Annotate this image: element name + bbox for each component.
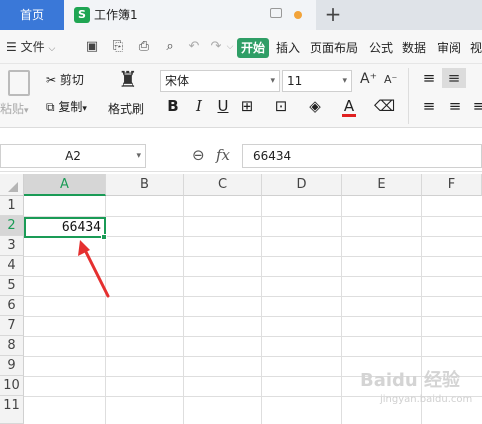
chevron-down-icon: ▾ <box>136 151 141 161</box>
row-header-7[interactable]: 7 <box>0 316 24 336</box>
ribbon-tab-review[interactable]: 审阅 <box>437 38 461 58</box>
active-cell-a2[interactable]: 66434 <box>24 217 106 238</box>
borders-icon[interactable]: ⊞ <box>238 96 256 116</box>
gridline <box>183 196 184 424</box>
monitor-icon[interactable] <box>270 8 282 18</box>
chevron-down-icon: ⌵ <box>48 44 56 54</box>
menu-bar: ☰ 文件 ⌵ ▣ ⎘ ⎙ ⌕ ↶ ↷ ⌵ 开始 插入 页面布局 公式 数据 审阅… <box>0 30 482 64</box>
tab-workbook[interactable]: S 工作簿1 <box>64 0 316 30</box>
tab-home[interactable]: 首页 <box>0 0 64 30</box>
ribbon-divider <box>408 68 409 124</box>
watermark-sub: jingyan.baidu.com <box>380 394 473 405</box>
align-center-icon[interactable]: ≡ <box>446 96 464 116</box>
align-middle-icon[interactable]: ≡ <box>442 68 466 88</box>
align-left-icon[interactable]: ≡ <box>420 96 438 116</box>
font-color-letter: A <box>343 97 355 115</box>
column-header-a[interactable]: A <box>24 174 106 196</box>
copy-button[interactable]: ⧉ 复制▾ <box>46 98 87 115</box>
undo-icon[interactable]: ↶ <box>186 39 202 55</box>
gridline <box>341 196 342 424</box>
format-painter-label[interactable]: 格式刷 <box>108 100 144 117</box>
column-header-c[interactable]: C <box>184 174 262 196</box>
eraser-icon[interactable]: ⌫ <box>374 96 395 116</box>
ribbon-tab-view[interactable]: 视 <box>470 38 482 58</box>
unsaved-dot-icon <box>294 11 302 19</box>
row-header-10[interactable]: 10 <box>0 376 24 396</box>
chevron-down-icon: ▾ <box>270 76 275 86</box>
name-box-value: A2 <box>65 149 81 163</box>
row-header-5[interactable]: 5 <box>0 276 24 296</box>
name-box[interactable]: A2 ▾ <box>0 144 146 168</box>
gridline <box>24 356 482 357</box>
paste-label: 粘贴 <box>0 102 25 116</box>
scissors-icon: ✂ <box>46 73 57 87</box>
decrease-font-icon[interactable]: A⁻ <box>384 73 397 86</box>
ribbon-tab-data[interactable]: 数据 <box>402 38 426 58</box>
ribbon-tab-page-layout[interactable]: 页面布局 <box>310 38 358 58</box>
increase-font-icon[interactable]: A⁺ <box>360 71 377 87</box>
column-header-e[interactable]: E <box>342 174 422 196</box>
ribbon-tab-insert[interactable]: 插入 <box>276 38 300 58</box>
export-icon[interactable]: ⎘ <box>110 39 126 55</box>
formula-input[interactable]: 66434 <box>242 144 482 168</box>
row-header-1[interactable]: 1 <box>0 196 24 216</box>
select-all-corner[interactable] <box>0 174 24 196</box>
red-annotation-arrow <box>78 240 110 298</box>
corner-triangle-icon <box>8 182 18 192</box>
font-name-select[interactable]: 宋体 ▾ <box>160 70 280 92</box>
zoom-function-icon[interactable]: ⊖ <box>192 146 205 164</box>
hamburger-icon: ☰ <box>6 40 17 54</box>
font-size-select[interactable]: 11 ▾ <box>282 70 352 92</box>
font-color-icon[interactable]: A <box>340 96 358 117</box>
copy-icon: ⧉ <box>46 100 55 114</box>
insert-function-label[interactable]: fx <box>216 146 230 164</box>
row-header-11[interactable]: 11 <box>0 396 24 424</box>
chevron-down-icon: ▾ <box>342 76 347 86</box>
row-header-8[interactable]: 8 <box>0 336 24 356</box>
row-header-4[interactable]: 4 <box>0 256 24 276</box>
italic-icon[interactable]: I <box>190 96 208 116</box>
row-header-6[interactable]: 6 <box>0 296 24 316</box>
align-top-icon[interactable]: ≡ <box>420 68 438 88</box>
gridline <box>24 316 482 317</box>
file-menu-label: 文件 <box>20 40 45 54</box>
new-tab-button[interactable]: + <box>322 0 344 30</box>
watermark-main: Baidu 经验 <box>360 370 461 391</box>
file-menu[interactable]: ☰ 文件 ⌵ <box>6 30 55 66</box>
row-header-9[interactable]: 9 <box>0 356 24 376</box>
gridline <box>24 336 482 337</box>
formula-bar: A2 ▾ ⊖ fx 66434 <box>0 140 482 172</box>
title-tab-bar: 首页 S 工作簿1 + <box>0 0 482 30</box>
row-header-3[interactable]: 3 <box>0 236 24 256</box>
print-preview-icon[interactable]: ⌕ <box>162 39 178 55</box>
column-header-b[interactable]: B <box>106 174 184 196</box>
arrow-shaft <box>82 246 110 298</box>
font-size-value: 11 <box>287 74 303 88</box>
row-header-2[interactable]: 2 <box>0 216 24 236</box>
cut-button[interactable]: ✂ 剪切 <box>46 71 84 88</box>
bold-icon[interactable]: B <box>164 96 182 116</box>
gridline <box>261 196 262 424</box>
underline-icon[interactable]: U <box>214 96 232 116</box>
font-color-swatch <box>342 114 356 117</box>
ribbon-tab-home[interactable]: 开始 <box>237 38 270 58</box>
spreadsheet-logo-icon: S <box>74 7 90 23</box>
column-header-f[interactable]: F <box>422 174 482 196</box>
clipboard-icon[interactable] <box>8 70 30 96</box>
format-painter-icon[interactable]: ♜ <box>118 68 138 94</box>
ribbon-home: 粘贴▾ ✂ 剪切 ⧉ 复制▾ ♜ 格式刷 宋体 ▾ 11 ▾ A⁺ A⁻ B I… <box>0 64 482 128</box>
save-icon[interactable]: ▣ <box>84 39 100 55</box>
align-right-icon[interactable]: ≡ <box>470 96 482 116</box>
paste-button[interactable]: 粘贴▾ <box>0 100 29 117</box>
cut-label: 剪切 <box>59 73 84 87</box>
ribbon-tab-formulas[interactable]: 公式 <box>369 38 393 58</box>
merge-cells-icon[interactable]: ⊡ <box>272 96 290 116</box>
workbook-title: 工作簿1 <box>94 8 138 22</box>
copy-label: 复制 <box>58 100 83 114</box>
column-header-d[interactable]: D <box>262 174 342 196</box>
print-icon[interactable]: ⎙ <box>136 39 152 55</box>
more-chevron-icon[interactable]: ⌵ <box>222 39 238 55</box>
fill-color-icon[interactable]: ◈ <box>306 96 324 116</box>
font-name-value: 宋体 <box>165 74 190 88</box>
